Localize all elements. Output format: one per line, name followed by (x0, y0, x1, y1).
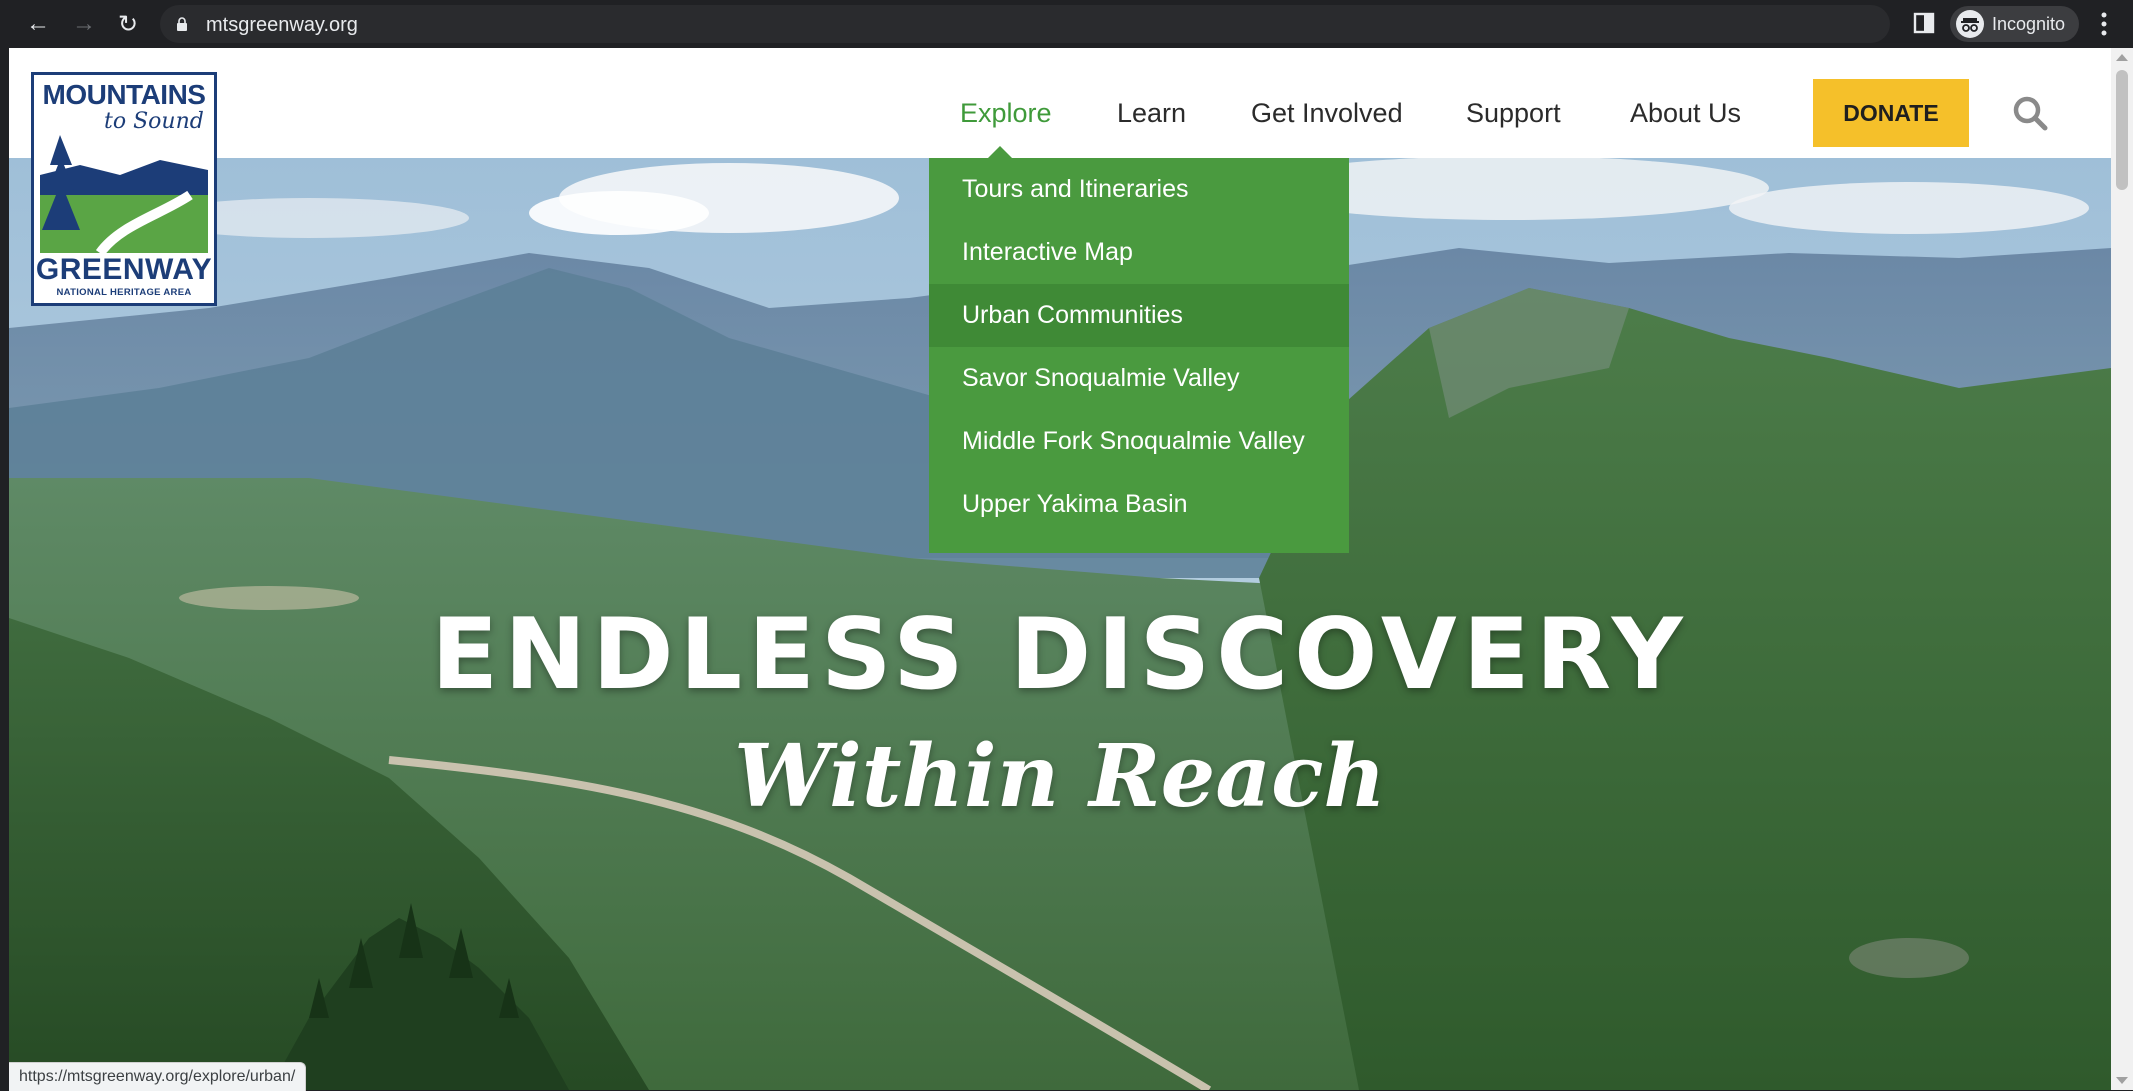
logo-line-mountains: MOUNTAINS (42, 79, 206, 110)
hero-tagline: Within Reach (734, 726, 1386, 827)
page-viewport: MOUNTAINS to Sound GREENWAY NATIONAL HER… (9, 48, 2111, 1090)
back-button[interactable]: ← (22, 8, 54, 40)
dropdown-item-tours[interactable]: Tours and Itineraries (929, 158, 1349, 221)
forward-button[interactable]: → (68, 8, 100, 40)
incognito-icon (1956, 10, 1984, 38)
scroll-up-arrow-icon[interactable] (2116, 54, 2128, 61)
logo-line-heritage: NATIONAL HERITAGE AREA (56, 287, 192, 298)
reload-icon: ↻ (117, 10, 139, 38)
kebab-menu-icon[interactable] (2100, 10, 2108, 38)
nav-learn[interactable]: Learn (1117, 98, 1186, 129)
side-panel-icon[interactable] (1913, 12, 1935, 34)
scrollbar-thumb[interactable] (2116, 70, 2128, 190)
url-text[interactable]: mtsgreenway.org (206, 14, 358, 37)
nav-get-involved[interactable]: Get Involved (1251, 98, 1403, 129)
incognito-profile-button[interactable]: Incognito (1950, 6, 2080, 42)
nav-about-us[interactable]: About Us (1630, 98, 1741, 129)
hero-headline: ENDLESS DISCOVERY (431, 598, 1689, 712)
explore-dropdown-menu: Tours and Itineraries Interactive Map Ur… (929, 158, 1349, 553)
browser-toolbar: ← → ↻ mtsgreenway.org ☆ Incognito (0, 0, 2133, 48)
nav-explore[interactable]: Explore (960, 98, 1052, 129)
dropdown-item-savor-snoqualmie[interactable]: Savor Snoqualmie Valley (929, 347, 1349, 410)
donate-button[interactable]: DONATE (1813, 79, 1969, 147)
scroll-down-arrow-icon[interactable] (2116, 1077, 2128, 1084)
logo-landscape-icon (40, 135, 208, 253)
page-scrollbar[interactable] (2111, 48, 2133, 1090)
dropdown-item-interactive-map[interactable]: Interactive Map (929, 221, 1349, 284)
dropdown-item-upper-yakima[interactable]: Upper Yakima Basin (929, 473, 1349, 536)
address-bar[interactable]: mtsgreenway.org ☆ (160, 5, 2040, 43)
lock-icon (177, 17, 187, 31)
incognito-label: Incognito (1992, 13, 2066, 34)
arrow-left-icon: ← (26, 10, 50, 37)
dropdown-item-middle-fork[interactable]: Middle Fork Snoqualmie Valley (929, 410, 1349, 473)
link-status-bar: https://mtsgreenway.org/explore/urban/ (9, 1062, 307, 1091)
nav-support[interactable]: Support (1466, 98, 1561, 129)
logo-line-to-sound: to Sound (104, 109, 204, 134)
reload-button[interactable]: ↻ (112, 8, 144, 40)
search-icon[interactable] (2012, 95, 2048, 131)
dropdown-item-urban-communities[interactable]: Urban Communities (929, 284, 1349, 347)
arrow-right-icon: → (72, 10, 96, 37)
logo-line-greenway: GREENWAY (35, 253, 213, 286)
site-header: MOUNTAINS to Sound GREENWAY NATIONAL HER… (9, 48, 2111, 306)
main-navigation: Explore Learn Get Involved Support About… (9, 48, 2111, 158)
site-logo[interactable]: MOUNTAINS to Sound GREENWAY NATIONAL HER… (31, 72, 217, 306)
dropdown-caret (987, 146, 1013, 159)
